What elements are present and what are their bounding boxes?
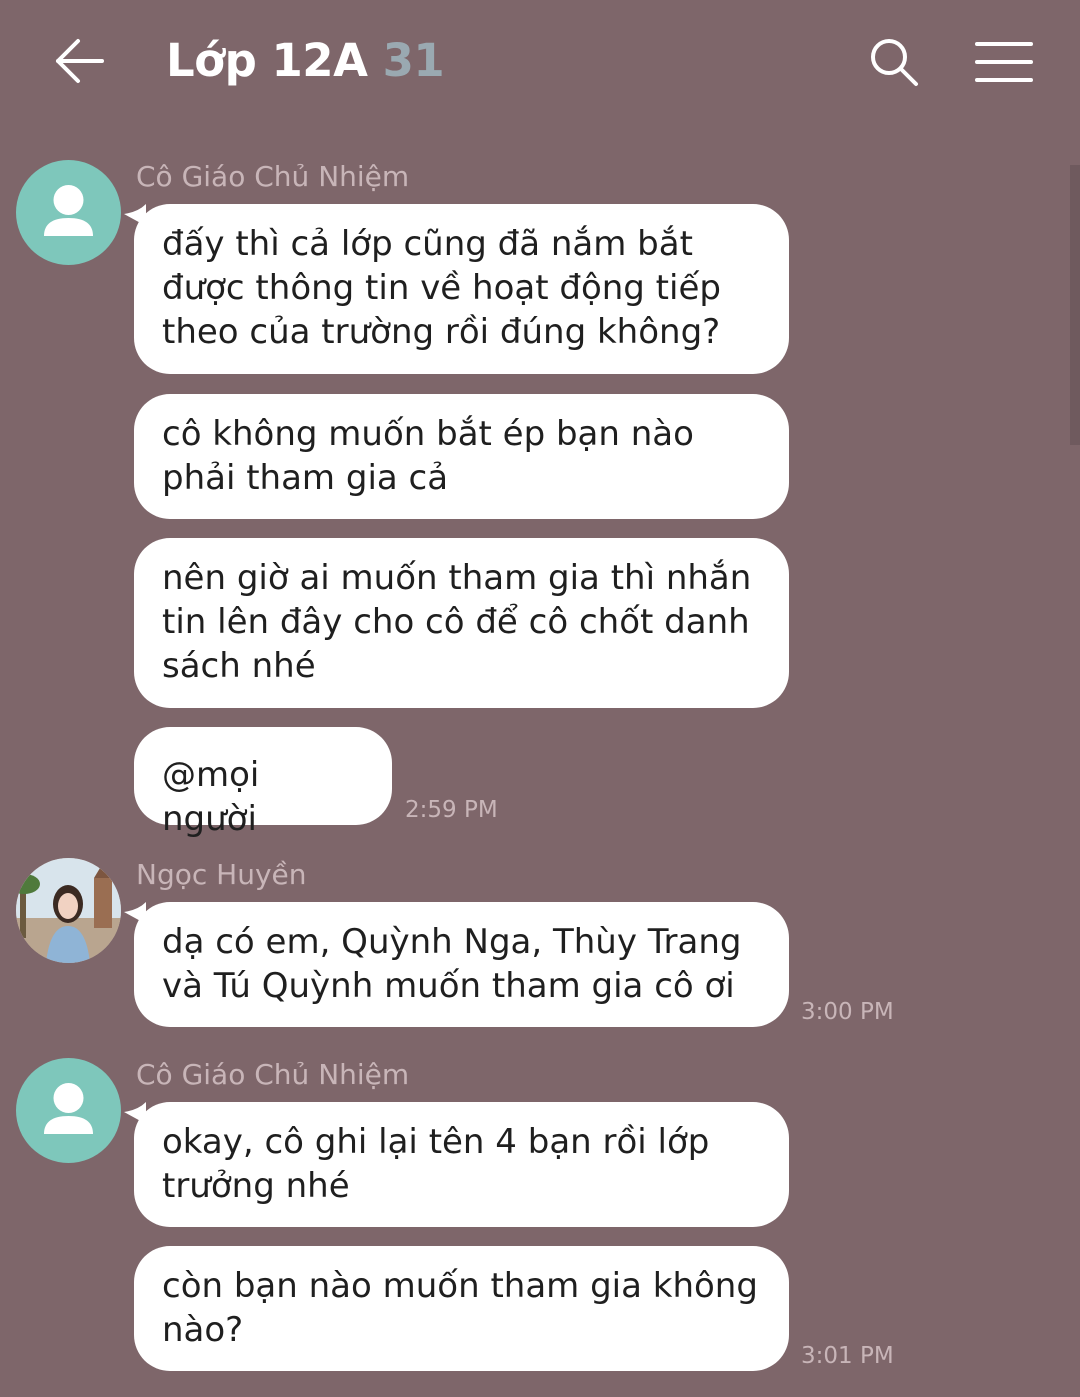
- message-time: 3:01 PM: [801, 1343, 894, 1369]
- message-bubble[interactable]: còn bạn nào muốn tham gia không nào?: [134, 1246, 789, 1371]
- group-name: Lớp 12A: [166, 34, 368, 87]
- message-bubble[interactable]: đấy thì cả lớp cũng đã nắm bắt được thôn…: [134, 204, 789, 374]
- message-time: 2:59 PM: [405, 797, 498, 823]
- chat-title: Lớp 12A 31: [166, 34, 445, 87]
- profile-photo: [16, 858, 121, 963]
- member-count: 31: [382, 34, 445, 87]
- message-bubble[interactable]: dạ có em, Quỳnh Nga, Thùy Trang và Tú Qu…: [134, 902, 789, 1027]
- search-icon: [871, 39, 918, 86]
- avatar-default[interactable]: [16, 1058, 121, 1163]
- message-bubble[interactable]: okay, cô ghi lại tên 4 bạn rồi lớp trưởn…: [134, 1102, 789, 1227]
- avatar-photo[interactable]: [16, 858, 121, 963]
- user-icon: [44, 185, 93, 236]
- message-bubble[interactable]: cô không muốn bắt ép bạn nào phải tham g…: [134, 394, 789, 519]
- hamburger-menu-icon: [975, 42, 1033, 82]
- search-button[interactable]: [868, 36, 920, 88]
- message-bubble[interactable]: nên giờ ai muốn tham gia thì nhắn tin lê…: [134, 538, 789, 708]
- scrollbar[interactable]: [1070, 165, 1080, 445]
- sender-name: Cô Giáo Chủ Nhiệm: [136, 1058, 410, 1091]
- avatar-default[interactable]: [16, 160, 121, 265]
- menu-button[interactable]: [974, 40, 1034, 84]
- message-bubble[interactable]: @mọi người: [134, 727, 392, 839]
- chat-header: Lớp 12A 31: [0, 0, 1080, 125]
- sender-name: Ngọc Huyền: [136, 858, 307, 891]
- sender-name: Cô Giáo Chủ Nhiệm: [136, 160, 410, 193]
- back-button[interactable]: [52, 36, 106, 86]
- message-time: 3:00 PM: [801, 999, 894, 1025]
- user-icon: [44, 1083, 93, 1134]
- arrow-left-icon: [56, 39, 104, 83]
